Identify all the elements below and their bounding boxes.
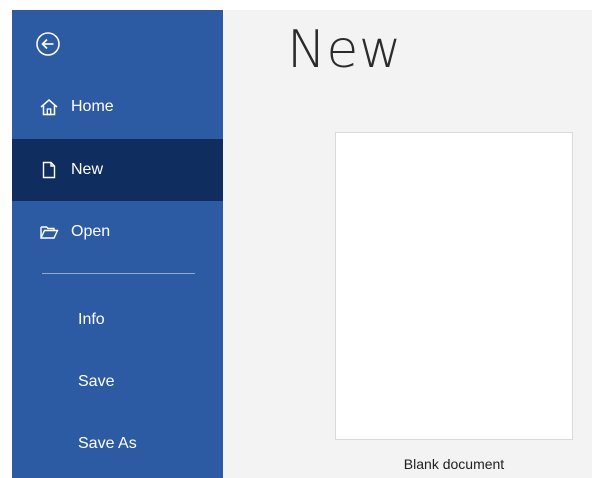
sidebar-item-new[interactable]: New bbox=[12, 139, 223, 201]
sidebar-item-save-as[interactable]: Save As bbox=[12, 413, 223, 475]
app-window: Home New Open Info Save Save As New Blan… bbox=[12, 10, 592, 478]
backstage-sidebar: Home New Open Info Save Save As bbox=[12, 10, 223, 478]
page-title: New bbox=[287, 20, 402, 80]
sidebar-item-label: Info bbox=[78, 311, 105, 328]
sidebar-item-open[interactable]: Open bbox=[12, 201, 223, 263]
back-button[interactable] bbox=[34, 30, 62, 58]
sidebar-item-label: Save bbox=[78, 373, 115, 390]
back-arrow-circle-icon bbox=[36, 32, 60, 56]
sidebar-item-save[interactable]: Save bbox=[12, 351, 223, 413]
sidebar-item-home[interactable]: Home bbox=[12, 76, 223, 138]
sidebar-item-label: New bbox=[71, 161, 104, 178]
home-icon bbox=[39, 97, 59, 117]
open-folder-icon bbox=[39, 222, 59, 242]
sidebar-item-label: Save As bbox=[78, 435, 137, 452]
sidebar-divider bbox=[42, 273, 195, 274]
sidebar-item-label: Open bbox=[71, 223, 111, 240]
sidebar-item-info[interactable]: Info bbox=[12, 289, 223, 351]
sidebar-item-label: Home bbox=[71, 98, 114, 115]
blank-document-template[interactable] bbox=[335, 132, 573, 440]
template-label[interactable]: Blank document bbox=[335, 456, 573, 472]
main-panel: New Blank document bbox=[223, 10, 592, 478]
new-document-icon bbox=[39, 160, 59, 180]
